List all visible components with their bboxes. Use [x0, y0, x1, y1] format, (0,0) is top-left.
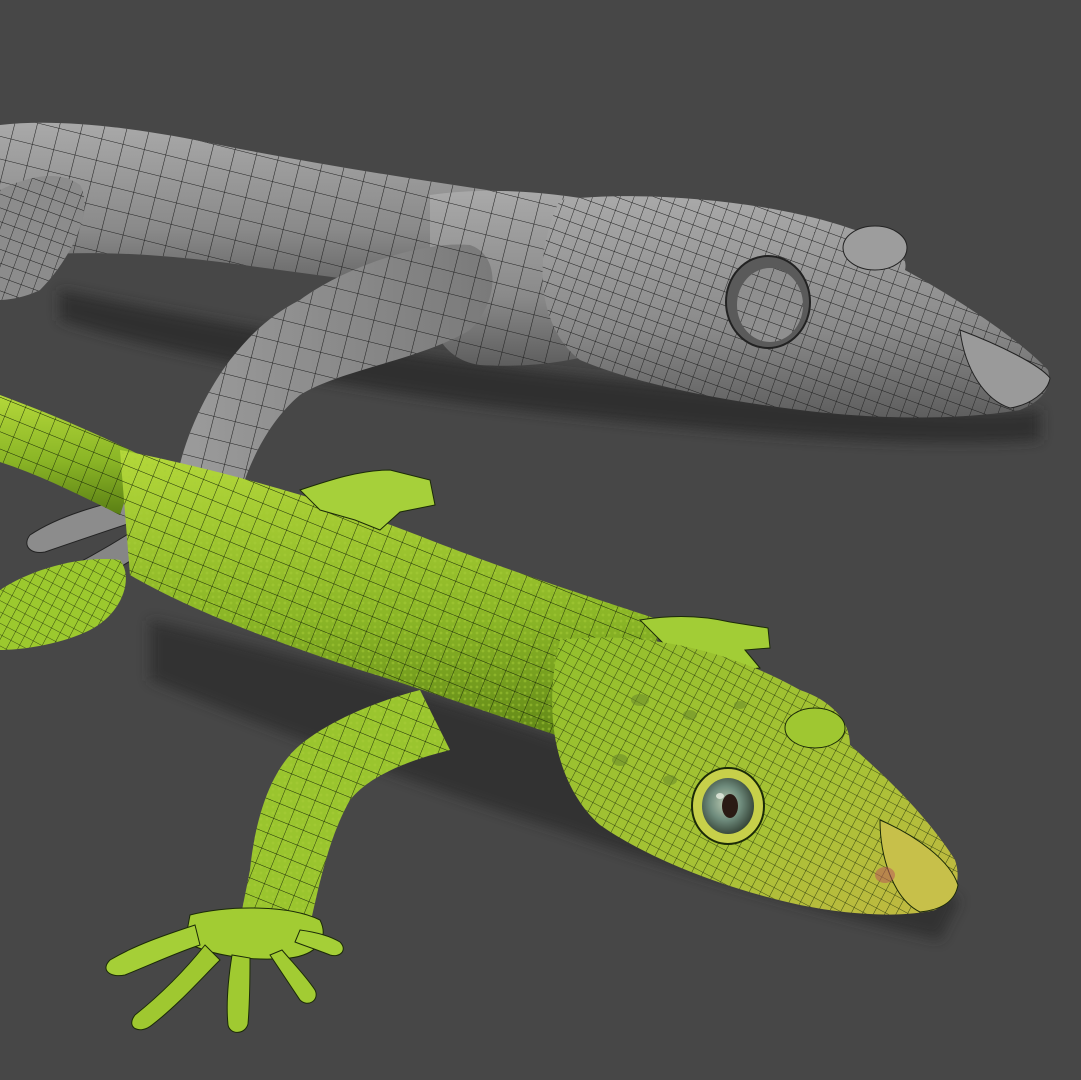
gray-lizard-brow — [842, 225, 908, 271]
viewport-canvas — [0, 122, 1051, 1033]
green-lizard-hand — [105, 907, 344, 1033]
green-lizard-eye — [691, 767, 765, 845]
3d-viewport[interactable] — [0, 0, 1081, 1080]
green-lizard-model[interactable] — [0, 395, 960, 1033]
green-lizard-brow — [784, 707, 846, 749]
